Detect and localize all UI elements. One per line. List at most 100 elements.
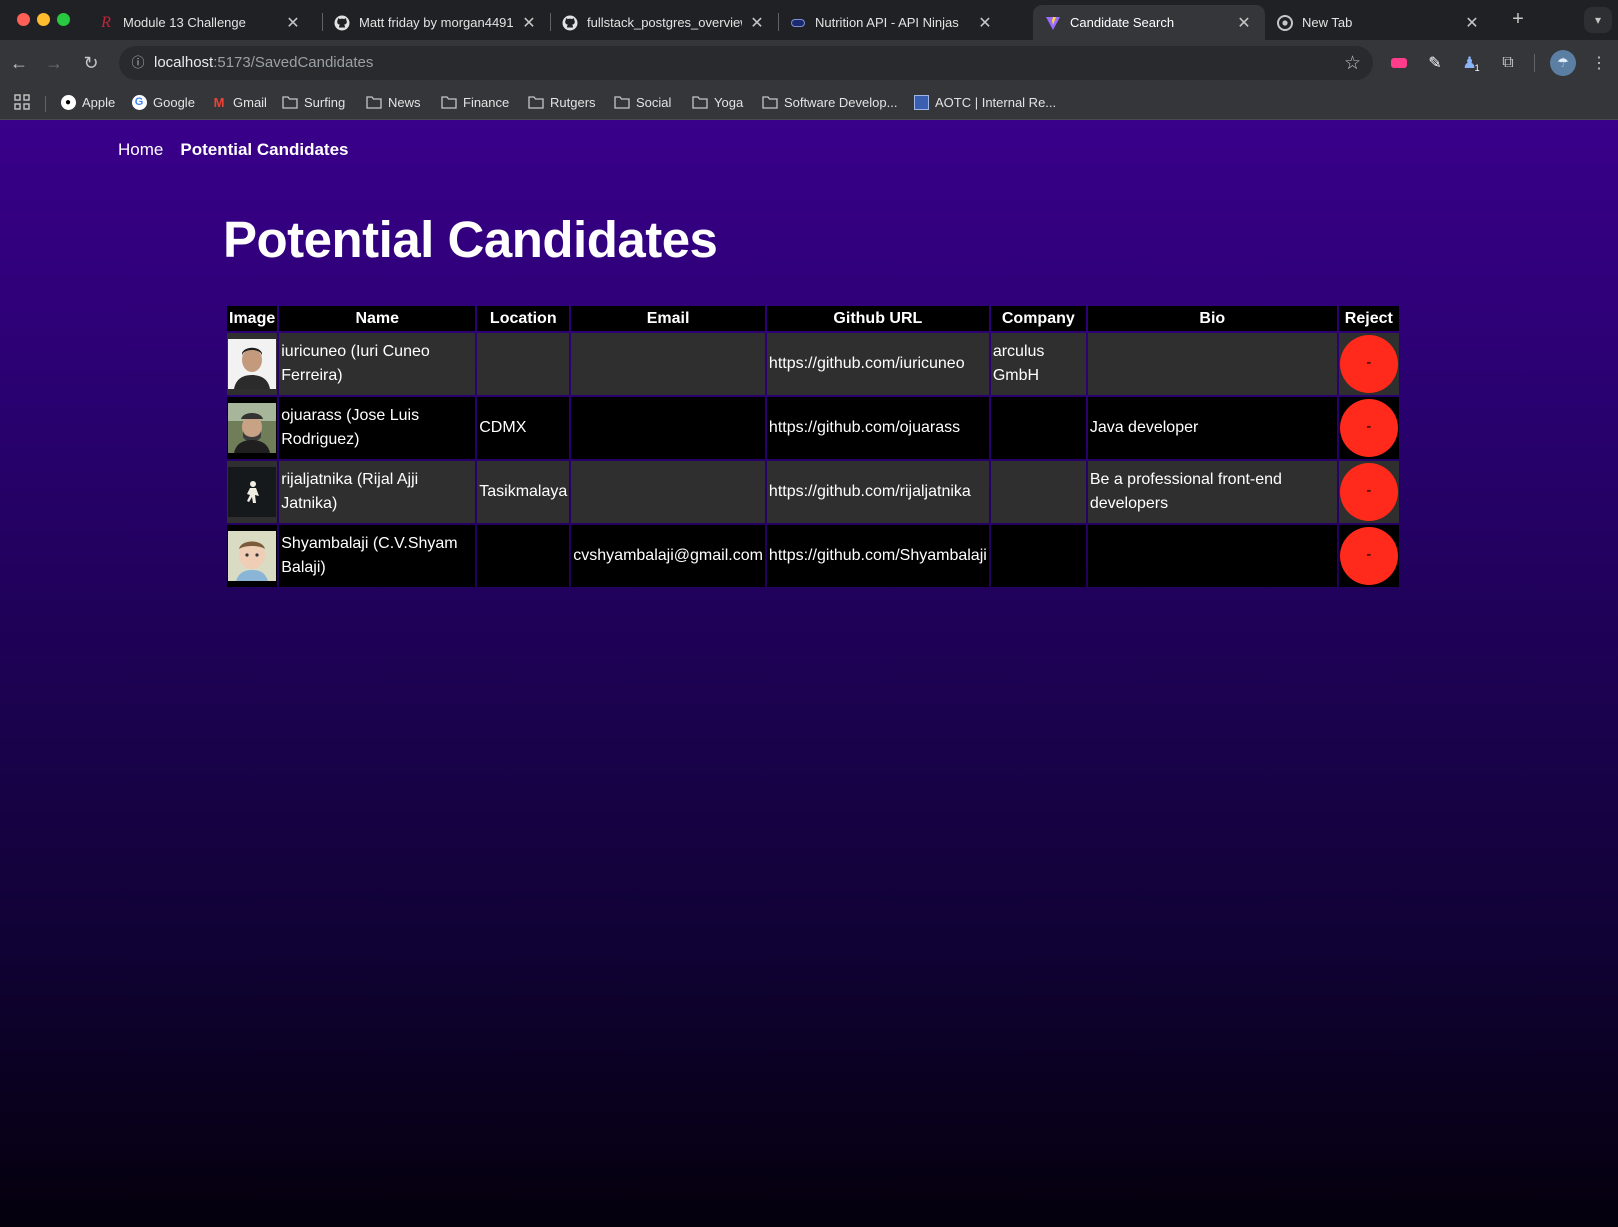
minimize-window-button[interactable] <box>37 13 50 26</box>
tab-title: Candidate Search <box>1070 15 1175 30</box>
candidate-name: iuricuneo (Iuri Cuneo Ferreira) <box>279 333 476 395</box>
folder-icon <box>762 94 778 110</box>
reload-icon[interactable]: ↻ <box>80 52 102 74</box>
candidate-location: Tasikmalaya <box>477 461 570 523</box>
candidate-email-link[interactable] <box>571 333 765 395</box>
forward-arrow-icon[interactable]: → <box>43 52 65 74</box>
url-text: localhost:5173/SavedCandidates <box>154 54 374 71</box>
bookmark-folder-yoga[interactable]: Yoga <box>692 94 743 110</box>
address-bar[interactable]: ⓘ localhost:5173/SavedCandidates ☆ <box>119 46 1373 80</box>
bookmark-folder-rutgers[interactable]: Rutgers <box>528 94 596 110</box>
folder-icon <box>366 94 382 110</box>
reject-cell: - <box>1338 525 1399 587</box>
header-company: Company <box>990 306 1086 331</box>
tab-new-tab[interactable]: New Tab ✕ <box>1265 5 1493 40</box>
avatar <box>228 531 276 581</box>
apps-grid-icon[interactable] <box>14 94 30 110</box>
candidate-company <box>990 525 1086 587</box>
bookmark-folder-finance[interactable]: Finance <box>441 94 509 110</box>
bookmark-aotc[interactable]: AOTC | Internal Re... <box>913 94 1056 110</box>
avatar <box>228 403 276 453</box>
vite-icon <box>1045 15 1061 31</box>
google-icon: G <box>131 94 147 110</box>
candidate-email-link[interactable] <box>571 397 765 459</box>
profile-avatar-icon[interactable]: ☂ <box>1550 50 1576 76</box>
avatar <box>228 339 276 389</box>
color-picker-extension-icon[interactable]: ✎ <box>1424 52 1446 74</box>
bookmark-google[interactable]: G Google <box>131 94 195 110</box>
candidate-name: rijaljatnika (Rijal Ajji Jatnika) <box>279 461 476 523</box>
close-tab-icon[interactable]: ✕ <box>284 13 302 33</box>
tab-fullstack-postgres[interactable]: fullstack_postgres_overview ✕ <box>550 5 778 40</box>
candidate-company <box>990 397 1086 459</box>
candidate-company <box>990 461 1086 523</box>
table-row: Shyambalaji (C.V.Shyam Balaji) cvshyamba… <box>227 525 1399 587</box>
candidate-github-url: https://github.com/ojuarass <box>766 397 989 459</box>
profile-extension-icon[interactable]: ♟ 1 <box>1460 52 1482 74</box>
zoom-window-button[interactable] <box>57 13 70 26</box>
apple-icon: ● <box>60 94 76 110</box>
candidate-bio <box>1087 333 1337 395</box>
candidate-github-url: https://github.com/Shyambalaji <box>766 525 989 587</box>
bookmark-folder-social[interactable]: Social <box>614 94 671 110</box>
reject-button[interactable]: - <box>1339 399 1398 457</box>
candidate-location: CDMX <box>477 397 570 459</box>
bookmark-folder-news[interactable]: News <box>366 94 421 110</box>
tab-title: Matt friday by morgan4491 · <box>359 15 514 30</box>
reject-button[interactable]: - <box>1339 527 1398 585</box>
candidate-bio <box>1087 525 1337 587</box>
top-nav: Home Potential Candidates <box>118 140 349 160</box>
site-info-icon[interactable]: ⓘ <box>127 52 149 74</box>
tab-candidate-search[interactable]: Candidate Search ✕ <box>1033 5 1265 40</box>
more-menu-icon[interactable]: ⋮ <box>1588 52 1610 74</box>
folder-icon <box>528 94 544 110</box>
extensions-puzzle-icon[interactable]: ⧉ <box>1497 52 1519 74</box>
bookmark-star-icon[interactable]: ☆ <box>1344 52 1361 75</box>
tab-title: fullstack_postgres_overview <box>587 15 742 30</box>
page-content: Home Potential Candidates Potential Cand… <box>0 120 1618 1227</box>
nav-potential-candidates-link[interactable]: Potential Candidates <box>180 140 348 160</box>
tab-title: New Tab <box>1302 15 1353 30</box>
close-tab-icon[interactable]: ✕ <box>976 13 994 33</box>
avatar-cell <box>227 525 278 587</box>
aotc-logo-icon <box>913 94 929 110</box>
candidate-name: ojuarass (Jose Luis Rodriguez) <box>279 397 476 459</box>
tab-nutrition-api[interactable]: Nutrition API - API Ninjas ✕ <box>778 5 1006 40</box>
tab-search-button[interactable]: ▾ <box>1584 7 1612 33</box>
close-tab-icon[interactable]: ✕ <box>520 13 538 33</box>
back-arrow-icon[interactable]: ← <box>8 52 30 74</box>
close-tab-icon[interactable]: ✕ <box>748 13 766 33</box>
bookmarks-bar: ● Apple G Google M Gmail Surfing News Finan… <box>0 86 1618 120</box>
folder-icon <box>692 94 708 110</box>
avatar <box>228 467 276 517</box>
reject-cell: - <box>1338 397 1399 459</box>
candidate-email-link[interactable] <box>571 461 765 523</box>
table-header-row: Image Name Location Email Github URL Com… <box>227 306 1399 331</box>
table-row: rijaljatnika (Rijal Ajji Jatnika) Tasikm… <box>227 461 1399 523</box>
reject-button[interactable]: - <box>1339 463 1398 521</box>
candidates-table: Image Name Location Email Github URL Com… <box>225 304 1401 589</box>
tab-matt-friday[interactable]: Matt friday by morgan4491 · ✕ <box>322 5 550 40</box>
header-image: Image <box>227 306 278 331</box>
candidate-github-url: https://github.com/rijaljatnika <box>766 461 989 523</box>
browser-tab-strip: R Module 13 Challenge ✕ Matt friday by m… <box>0 0 1618 40</box>
close-tab-icon[interactable]: ✕ <box>1463 13 1481 33</box>
new-tab-button[interactable]: + <box>1507 8 1529 30</box>
candidate-email-link[interactable]: cvshyambalaji@gmail.com <box>571 525 765 587</box>
screen-record-extension-icon[interactable] <box>1388 52 1410 74</box>
avatar-cell <box>227 333 278 395</box>
folder-icon <box>614 94 630 110</box>
nav-home-link[interactable]: Home <box>118 140 163 160</box>
close-window-button[interactable] <box>17 13 30 26</box>
reject-button[interactable]: - <box>1339 335 1398 393</box>
page-title: Potential Candidates <box>223 211 718 268</box>
candidate-company: arculus GmbH <box>990 333 1086 395</box>
header-bio: Bio <box>1087 306 1337 331</box>
tab-module-13[interactable]: R Module 13 Challenge ✕ <box>86 5 314 40</box>
bookmark-gmail[interactable]: M Gmail <box>211 94 267 110</box>
bookmark-folder-software-develop[interactable]: Software Develop... <box>762 94 897 110</box>
bookmark-folder-surfing[interactable]: Surfing <box>282 94 345 110</box>
header-location: Location <box>477 306 570 331</box>
close-tab-icon[interactable]: ✕ <box>1235 13 1253 33</box>
bookmark-apple[interactable]: ● Apple <box>60 94 115 110</box>
